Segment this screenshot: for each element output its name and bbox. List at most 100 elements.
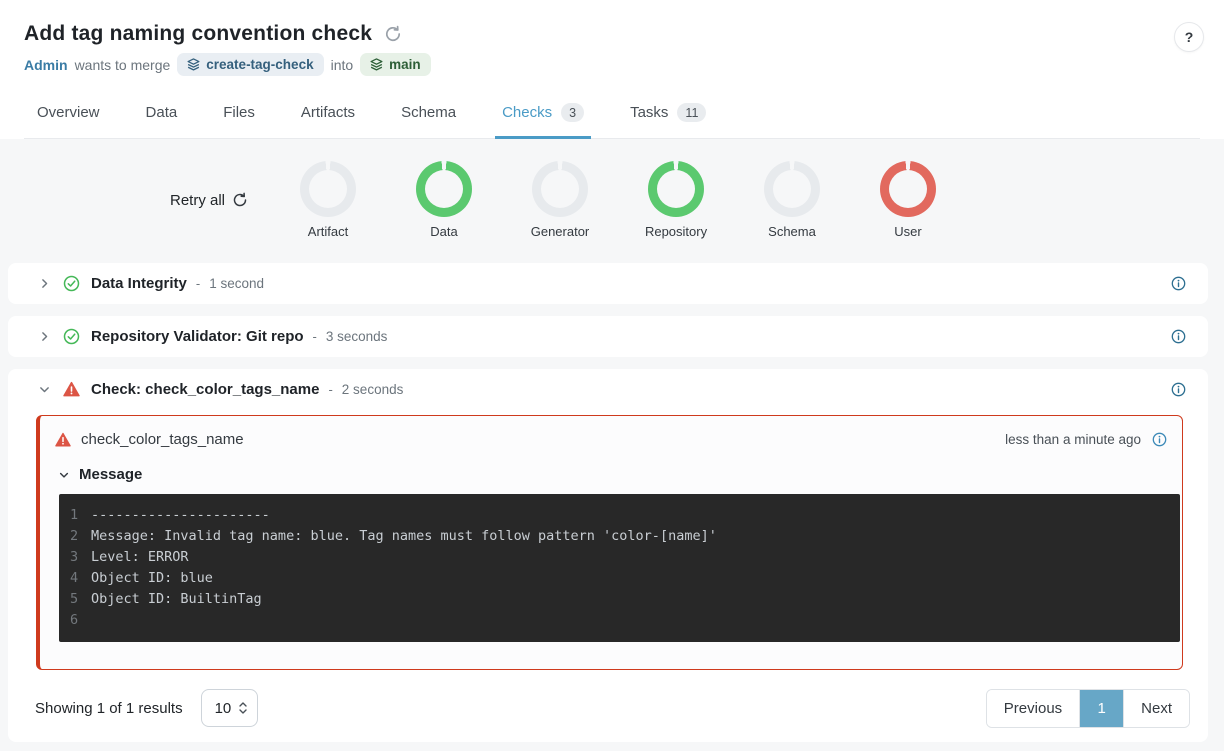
tab-label: Files [223,104,255,121]
target-branch-badge[interactable]: main [360,53,431,76]
results-footer: Showing 1 of 1 results 10 Previous 1 Nex… [8,686,1208,742]
gauge-data[interactable]: Data [414,161,474,239]
code-line: 5Object ID: BuiltinTag [59,589,1180,610]
tab-label: Data [146,104,178,121]
gauge-label: Schema [768,224,816,239]
retry-all-label: Retry all [170,192,225,209]
tab-label: Tasks [630,104,668,121]
tab-files[interactable]: Files [216,88,262,138]
message-section-toggle[interactable]: Message [40,449,1182,483]
page-header: Add tag naming convention check ? Admin … [0,0,1224,139]
tab-artifacts[interactable]: Artifacts [294,88,362,138]
chevron-down-icon [58,469,70,481]
gauge-ring [300,161,356,217]
check-duration: 3 seconds [326,329,388,344]
layers-icon [187,58,200,71]
success-check-icon [63,328,80,345]
gauge-ring [416,161,472,217]
tab-label: Checks [502,104,552,121]
checks-panel: Retry all Artifact Data Generator Reposi… [0,139,1224,751]
tab-checks[interactable]: Checks 3 [495,88,591,138]
current-page-button[interactable]: 1 [1080,690,1124,727]
tab-tasks[interactable]: Tasks 11 [623,88,713,138]
gauge-ring [880,161,936,217]
refresh-icon[interactable] [384,25,402,43]
success-check-icon [63,275,80,292]
code-line: 6 [59,610,1180,631]
tab-schema[interactable]: Schema [394,88,463,138]
code-line: 4Object ID: blue [59,568,1180,589]
page-title: Add tag naming convention check [24,22,372,46]
info-icon[interactable] [1169,380,1188,399]
tab-label: Artifacts [301,104,355,121]
results-count-text: Showing 1 of 1 results [35,700,183,717]
code-line: 3Level: ERROR [59,547,1180,568]
retry-all-button[interactable]: Retry all [170,192,248,209]
check-title: Repository Validator: Git repo [91,328,304,345]
next-page-button[interactable]: Next [1124,690,1189,727]
gauge-label: User [894,224,921,239]
gauge-label: Data [430,224,457,239]
duration-separator: - [328,382,332,397]
gauge-ring [764,161,820,217]
gauge-artifact[interactable]: Artifact [298,161,358,239]
duration-separator: - [196,276,200,291]
chevron-right-icon [38,330,51,343]
info-icon[interactable] [1169,274,1188,293]
code-line: 1---------------------- [59,505,1180,526]
check-card-data-integrity: Data Integrity - 1 second [8,263,1208,304]
tab-label: Schema [401,104,456,121]
check-title: Check: check_color_tags_name [91,381,319,398]
message-section-label: Message [79,466,142,483]
gauge-repository[interactable]: Repository [646,161,706,239]
error-check-name: check_color_tags_name [81,431,244,448]
pagination: Previous 1 Next [986,689,1190,728]
info-icon[interactable] [1169,327,1188,346]
target-branch-label: main [389,57,421,72]
check-duration: 2 seconds [342,382,404,397]
check-card-color-tags: Check: check_color_tags_name - 2 seconds… [8,369,1208,742]
check-duration: 1 second [209,276,264,291]
check-row-header[interactable]: Data Integrity - 1 second [8,263,1208,304]
chevron-down-icon [38,383,51,396]
duration-separator: - [313,329,317,344]
gauge-generator[interactable]: Generator [530,161,590,239]
gauge-ring [648,161,704,217]
chevron-right-icon [38,277,51,290]
gauge-label: Generator [531,224,590,239]
info-icon[interactable] [1150,430,1169,449]
page-size-select[interactable]: 10 [201,689,259,727]
source-branch-badge[interactable]: create-tag-check [177,53,323,76]
merge-subtitle: Admin wants to merge create-tag-check in… [24,53,1200,76]
gauge-list: Artifact Data Generator Repository Schem… [298,161,938,239]
check-card-repository-validator: Repository Validator: Git repo - 3 secon… [8,316,1208,357]
check-row-header[interactable]: Repository Validator: Git repo - 3 secon… [8,316,1208,357]
gauge-schema[interactable]: Schema [762,161,822,239]
check-error-panel: check_color_tags_name less than a minute… [36,415,1183,670]
tab-data[interactable]: Data [139,88,185,138]
error-warning-icon [63,381,80,398]
code-block: 1----------------------2Message: Invalid… [59,494,1180,642]
previous-page-button[interactable]: Previous [987,690,1080,727]
tab-overview[interactable]: Overview [30,88,107,138]
gauge-label: Repository [645,224,707,239]
refresh-icon-glyph [384,25,402,43]
gauge-ring [532,161,588,217]
source-branch-label: create-tag-check [206,57,313,72]
help-button[interactable]: ? [1174,22,1204,52]
layers-icon [370,58,383,71]
check-title: Data Integrity [91,275,187,292]
gauge-user[interactable]: User [878,161,938,239]
tab-tasks-count-badge: 11 [677,103,706,122]
code-line: 2Message: Invalid tag name: blue. Tag na… [59,526,1180,547]
author-link[interactable]: Admin [24,57,68,73]
check-row-header[interactable]: Check: check_color_tags_name - 2 seconds [8,369,1208,410]
gauge-label: Artifact [308,224,348,239]
tab-checks-count-badge: 3 [561,103,584,122]
tab-label: Overview [37,104,100,121]
title-row: Add tag naming convention check [24,22,1200,46]
retry-icon [232,192,248,208]
tab-bar: Overview Data Files Artifacts Schema Che… [24,88,1200,139]
page-size-value: 10 [215,700,232,717]
merge-text: wants to merge [75,57,171,73]
